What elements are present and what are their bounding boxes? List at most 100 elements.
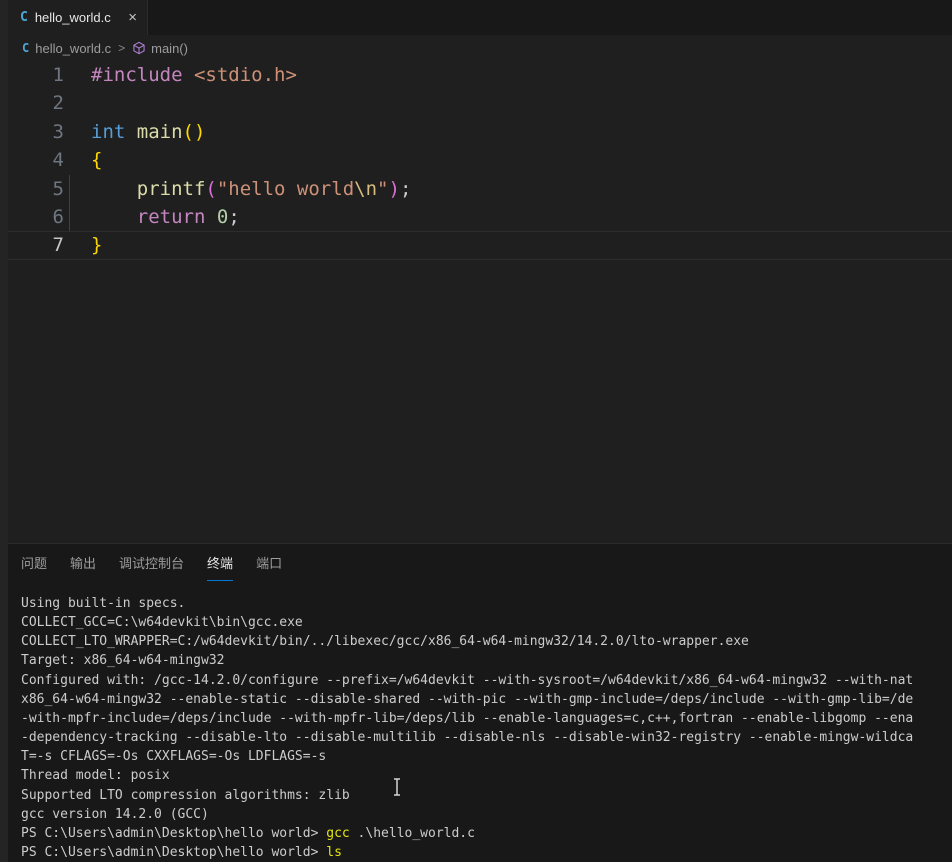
terminal-line: PS C:\Users\admin\Desktop\hello world> g… (21, 824, 952, 843)
terminal-command-text: ls (326, 845, 342, 860)
code-line[interactable]: 2 (8, 89, 952, 117)
code-token (91, 178, 137, 200)
line-number: 5 (8, 175, 64, 203)
breadcrumb: C hello_world.c > main() (8, 35, 952, 61)
code-token: ; (400, 178, 411, 200)
code-token: ) (388, 178, 399, 200)
terminal-line: Supported LTO compression algorithms: zl… (21, 786, 952, 805)
terminal-text: x86_64-w64-mingw32 --enable-static --dis… (21, 692, 913, 707)
code-token: { (91, 149, 102, 171)
terminal-line: x86_64-w64-mingw32 --enable-static --dis… (21, 690, 952, 709)
terminal-line: PS C:\Users\admin\Desktop\hello world> l… (21, 843, 952, 862)
terminal-text: Using built-in specs. (21, 596, 185, 611)
bottom-panel: 问题输出调试控制台终端端口 Using built-in specs. COLLE… (8, 543, 952, 862)
code-lines: 1#include <stdio.h>23int main()4{5 print… (8, 61, 952, 260)
line-number: 7 (8, 232, 64, 258)
code-token: \n (354, 178, 377, 200)
vscode-window: C hello_world.c × C hello_world.c > main… (0, 0, 952, 862)
breadcrumb-symbol[interactable]: main() (151, 41, 188, 56)
editor-tab-hello-world[interactable]: C hello_world.c × (8, 0, 148, 35)
panel-tab-debug-console[interactable]: 调试控制台 (119, 544, 184, 581)
editor-tab-bar: C hello_world.c × (8, 0, 952, 35)
c-language-icon: C (22, 41, 29, 55)
code-text: printf("hello world\n"); (64, 175, 952, 203)
terminal-line: -with-mpfr-include=/deps/include --with-… (21, 709, 952, 728)
panel-tab-terminal[interactable]: 终端 (207, 544, 233, 581)
panel-tab-problems[interactable]: 问题 (21, 544, 47, 581)
code-token: int (91, 121, 125, 143)
terminal-text: Target: x86_64-w64-mingw32 (21, 653, 225, 668)
code-line[interactable]: 1#include <stdio.h> (8, 61, 952, 89)
terminal-text: PS C:\Users\admin\Desktop\hello world> (21, 845, 326, 860)
terminal-text: Configured with: /gcc-14.2.0/configure -… (21, 673, 913, 688)
tab-title: hello_world.c (35, 10, 122, 25)
terminal-text: .\hello_world.c (350, 826, 475, 841)
terminal-line: Using built-in specs. (21, 594, 952, 613)
terminal-text: PS C:\Users\admin\Desktop\hello world> (21, 826, 326, 841)
terminal-text: COLLECT_LTO_WRAPPER=C:/w64devkit/bin/../… (21, 634, 749, 649)
code-token: " (377, 178, 388, 200)
code-line[interactable]: 6 return 0; (8, 203, 952, 231)
code-token (183, 64, 194, 86)
close-icon[interactable]: × (128, 10, 137, 25)
terminal-line: -dependency-tracking --disable-lto --dis… (21, 728, 952, 747)
chevron-right-icon: > (118, 41, 125, 55)
breadcrumb-file[interactable]: hello_world.c (35, 41, 111, 56)
code-editor[interactable]: 1#include <stdio.h>23int main()4{5 print… (8, 61, 952, 543)
terminal-line: T=-s CFLAGS=-Os CXXFLAGS=-Os LDFLAGS=-s (21, 747, 952, 766)
code-text (64, 89, 952, 117)
terminal-command-text: gcc (326, 826, 349, 841)
terminal-text: COLLECT_GCC=C:\w64devkit\bin\gcc.exe (21, 615, 303, 630)
terminal-text: T=-s CFLAGS=-Os CXXFLAGS=-Os LDFLAGS=-s (21, 749, 326, 764)
code-token: #include (91, 64, 183, 86)
terminal-text: gcc version 14.2.0 (GCC) (21, 807, 209, 822)
code-text: #include <stdio.h> (64, 61, 952, 89)
code-token: main (137, 121, 183, 143)
line-number: 4 (8, 146, 64, 174)
c-language-icon: C (20, 10, 28, 25)
code-text: { (64, 146, 952, 174)
line-number: 2 (8, 89, 64, 117)
window-edge-strip (0, 0, 8, 862)
terminal-line: COLLECT_LTO_WRAPPER=C:/w64devkit/bin/../… (21, 632, 952, 651)
panel-tab-output[interactable]: 输出 (70, 544, 96, 581)
terminal-text: Thread model: posix (21, 768, 170, 783)
code-token: ( (205, 178, 216, 200)
code-line[interactable]: 3int main() (8, 118, 952, 146)
line-number: 1 (8, 61, 64, 89)
code-token: printf (137, 178, 206, 200)
line-number: 3 (8, 118, 64, 146)
terminal-text: -with-mpfr-include=/deps/include --with-… (21, 711, 913, 726)
code-text: } (64, 232, 952, 258)
terminal-line: Target: x86_64-w64-mingw32 (21, 651, 952, 670)
code-token: () (183, 121, 206, 143)
code-text: int main() (64, 118, 952, 146)
code-token: } (91, 234, 102, 256)
code-token (125, 121, 136, 143)
code-line[interactable]: 4{ (8, 146, 952, 174)
code-line[interactable]: 5 printf("hello world\n"); (8, 175, 952, 203)
code-token: <stdio.h> (194, 64, 297, 86)
terminal-line: Configured with: /gcc-14.2.0/configure -… (21, 671, 952, 690)
terminal-line: Thread model: posix (21, 766, 952, 785)
terminal-text: -dependency-tracking --disable-lto --dis… (21, 730, 913, 745)
code-text: return 0; (64, 203, 952, 231)
terminal-text: Supported LTO compression algorithms: zl… (21, 788, 350, 803)
code-token (91, 206, 137, 228)
code-token (205, 206, 216, 228)
code-token: return (137, 206, 206, 228)
symbol-method-icon (132, 41, 146, 55)
terminal-line: gcc version 14.2.0 (GCC) (21, 805, 952, 824)
editor-group: C hello_world.c × C hello_world.c > main… (8, 0, 952, 862)
indent-guide-line (69, 175, 70, 203)
code-line[interactable]: 7} (8, 231, 952, 259)
terminal-line: COLLECT_GCC=C:\w64devkit\bin\gcc.exe (21, 613, 952, 632)
indent-guide-line (69, 203, 70, 231)
terminal-output[interactable]: Using built-in specs. COLLECT_GCC=C:\w64d… (8, 594, 952, 862)
code-token: 0 (217, 206, 228, 228)
panel-tab-ports[interactable]: 端口 (256, 544, 282, 581)
code-token: "hello world (217, 178, 354, 200)
panel-tab-bar: 问题输出调试控制台终端端口 (8, 544, 952, 581)
line-number: 6 (8, 203, 64, 231)
code-token: ; (228, 206, 239, 228)
